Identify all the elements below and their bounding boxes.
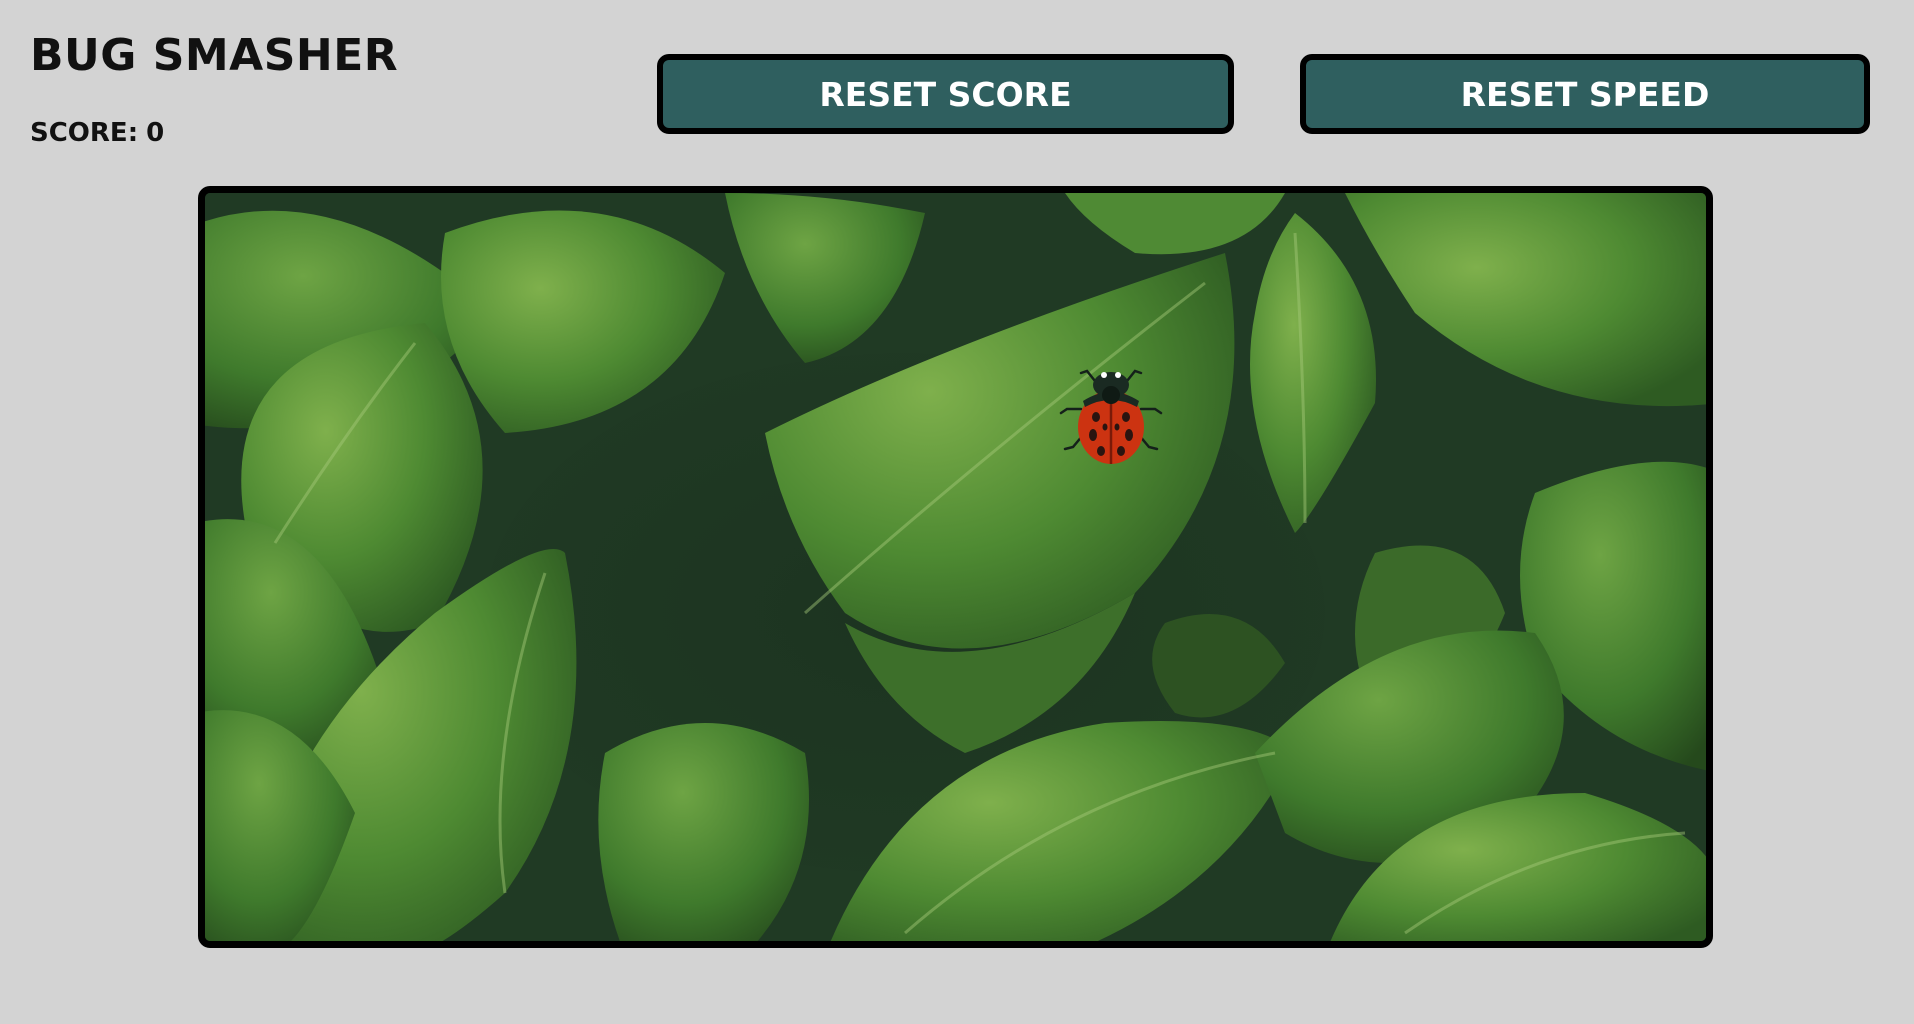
reset-score-button[interactable]: RESET SCORE — [657, 54, 1234, 134]
game-arena[interactable] — [198, 186, 1713, 948]
reset-speed-button[interactable]: RESET SPEED — [1300, 54, 1870, 134]
ladybug-icon[interactable] — [1053, 361, 1169, 477]
leaves-background — [205, 193, 1706, 941]
ladybug[interactable] — [1053, 361, 1169, 477]
score-label: SCORE: — [30, 118, 139, 148]
game-title: BUG SMASHER — [30, 30, 399, 81]
score-display: SCORE: 0 — [30, 118, 164, 148]
score-value: 0 — [146, 118, 165, 148]
